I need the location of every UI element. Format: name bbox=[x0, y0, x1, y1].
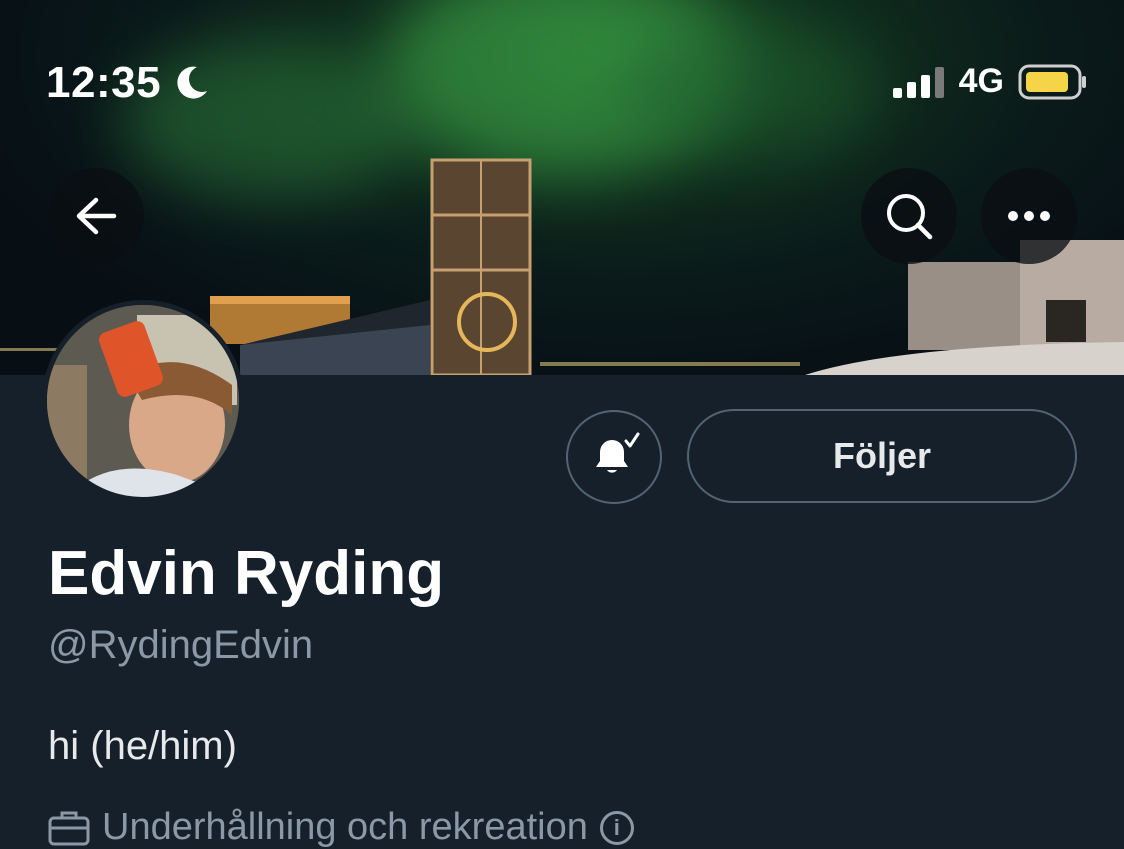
network-label: 4G bbox=[958, 62, 1004, 100]
status-bar: 12:35 4G bbox=[0, 0, 1124, 140]
following-button[interactable]: Följer bbox=[687, 409, 1077, 503]
more-horizontal-icon bbox=[1008, 211, 1050, 221]
battery-icon bbox=[1018, 64, 1086, 99]
arrow-left-icon bbox=[76, 197, 117, 235]
back-button[interactable] bbox=[48, 168, 144, 264]
network-status: 4G bbox=[892, 62, 1088, 101]
status-time: 12:35 bbox=[46, 58, 209, 108]
briefcase-icon bbox=[48, 811, 90, 845]
avatar-photo bbox=[47, 305, 239, 497]
notifications-button[interactable] bbox=[566, 410, 662, 504]
more-options-button[interactable] bbox=[981, 168, 1077, 264]
info-icon[interactable]: i bbox=[599, 810, 634, 845]
search-icon bbox=[887, 194, 933, 240]
notification-bell-subscribed-icon bbox=[596, 432, 640, 473]
user-handle: @RydingEdvin bbox=[48, 623, 314, 667]
category-label: Underhållning och rekreation bbox=[102, 806, 588, 848]
signal-icon bbox=[892, 66, 944, 98]
avatar[interactable] bbox=[42, 300, 244, 502]
time-text: 12:35 bbox=[46, 58, 162, 107]
bio-text: hi (he/him) bbox=[48, 724, 237, 768]
moon-icon bbox=[177, 66, 208, 99]
search-button[interactable] bbox=[861, 168, 957, 264]
profile-category[interactable]: Underhållning och rekreation i bbox=[48, 806, 634, 849]
display-name: Edvin Ryding bbox=[48, 539, 445, 608]
